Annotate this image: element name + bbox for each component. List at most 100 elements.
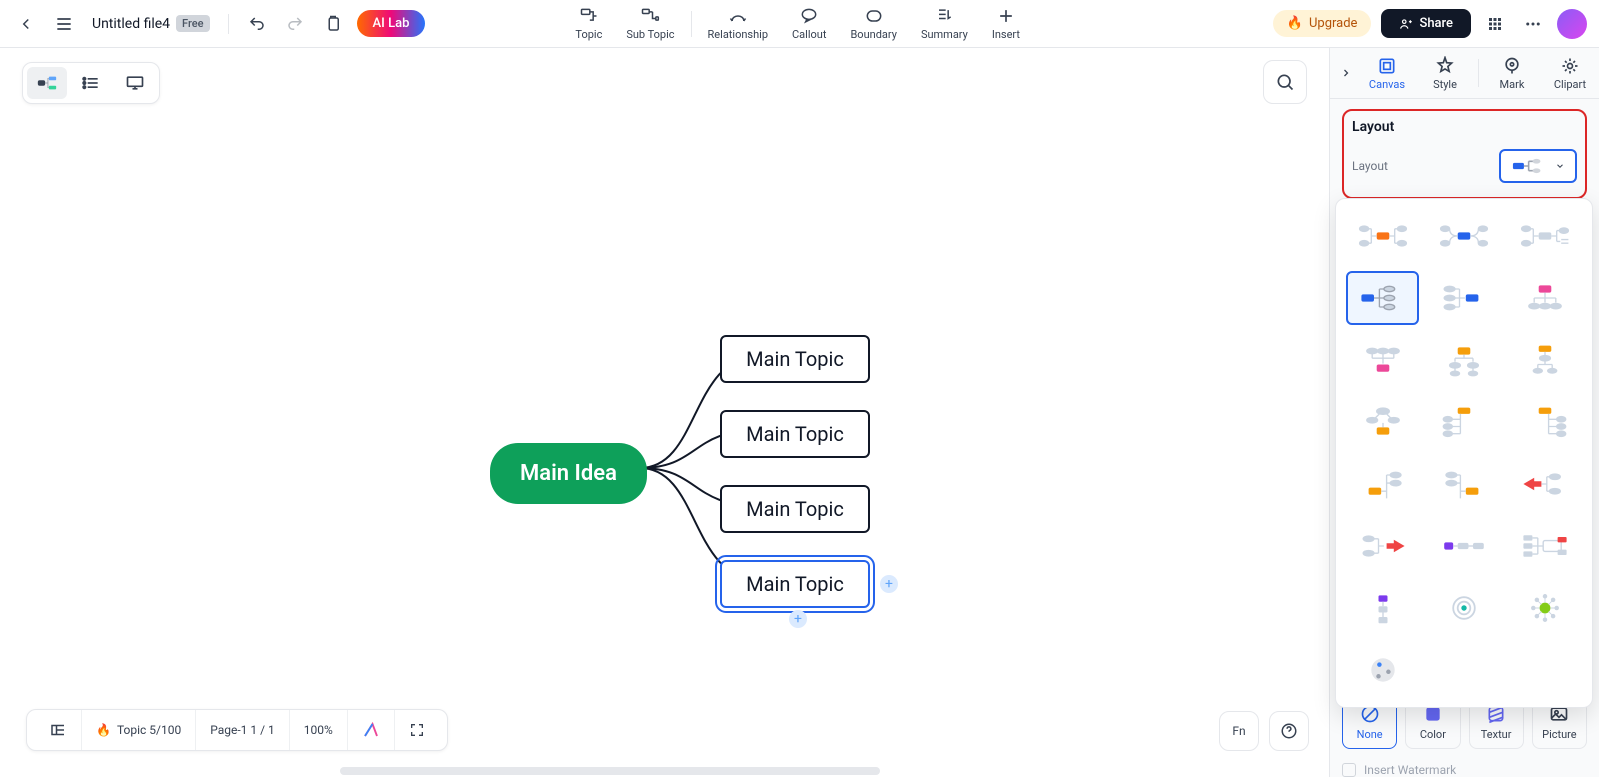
layout-highlight-box: Layout Layout: [1342, 109, 1587, 199]
share-button[interactable]: Share: [1381, 9, 1471, 38]
fullscreen-button[interactable]: [395, 710, 439, 750]
layout-option-16[interactable]: [1346, 519, 1419, 573]
layout-option-14[interactable]: [1427, 457, 1500, 511]
bg-label: None: [1357, 728, 1383, 741]
tool-topic[interactable]: Topic: [563, 2, 614, 45]
layout-option-17[interactable]: [1427, 519, 1500, 573]
layout-label: Layout: [1352, 159, 1388, 173]
layout-option-1[interactable]: [1346, 209, 1419, 263]
tool-insert[interactable]: Insert: [980, 2, 1032, 45]
layout-option-8[interactable]: [1427, 333, 1500, 387]
layout-option-4-selected[interactable]: [1346, 271, 1419, 325]
layout-option-18[interactable]: [1509, 519, 1582, 573]
bg-label: Color: [1420, 728, 1446, 741]
fn-button[interactable]: Fn: [1219, 711, 1259, 751]
share-label: Share: [1419, 16, 1453, 31]
back-button[interactable]: [12, 10, 40, 38]
tab-mark[interactable]: Mark: [1483, 50, 1541, 97]
topic-counter[interactable]: 🔥 Topic 5/100: [82, 710, 196, 750]
layout-option-11[interactable]: [1427, 395, 1500, 449]
layout-picker-popup: [1335, 198, 1593, 708]
main-topic-3[interactable]: Main Topic: [720, 485, 870, 533]
layout-option-7[interactable]: [1346, 333, 1419, 387]
right-panel-tabs: Canvas Style Mark Clipart: [1330, 48, 1599, 99]
upgrade-label: Upgrade: [1309, 16, 1357, 31]
tab-style[interactable]: Style: [1416, 50, 1474, 97]
tool-label: Callout: [792, 28, 826, 41]
collapse-panel-button[interactable]: [1334, 53, 1358, 93]
theme-button[interactable]: [348, 710, 395, 750]
add-sibling-handle[interactable]: +: [880, 575, 898, 593]
layout-option-3[interactable]: [1509, 209, 1582, 263]
title-block[interactable]: Untitled file4 Free: [92, 15, 210, 32]
bg-label: Picture: [1542, 728, 1577, 741]
fire-icon: 🔥: [96, 723, 111, 737]
horizontal-scrollbar[interactable]: [340, 767, 880, 775]
main-topic-4-selected[interactable]: Main Topic: [720, 560, 870, 608]
main-topic-2[interactable]: Main Topic: [720, 410, 870, 458]
layout-option-21[interactable]: [1509, 581, 1582, 635]
tool-label: Boundary: [850, 28, 896, 41]
layout-option-5[interactable]: [1427, 271, 1500, 325]
tool-subtopic[interactable]: Sub Topic: [614, 2, 686, 45]
tab-canvas[interactable]: Canvas: [1358, 50, 1416, 97]
tool-label: Relationship: [708, 28, 768, 41]
divider: [1478, 59, 1479, 87]
tool-relationship[interactable]: Relationship: [696, 2, 780, 45]
upgrade-button[interactable]: 🔥 Upgrade: [1273, 10, 1372, 37]
add-child-handle[interactable]: +: [789, 610, 807, 628]
tab-label: Clipart: [1554, 78, 1586, 91]
fire-icon: 🔥: [1287, 16, 1303, 31]
layout-option-9[interactable]: [1509, 333, 1582, 387]
avatar[interactable]: [1557, 9, 1587, 39]
ai-lab-button[interactable]: AI Lab: [357, 10, 426, 37]
layout-option-12[interactable]: [1509, 395, 1582, 449]
tool-label: Topic: [575, 28, 602, 41]
layout-option-2[interactable]: [1427, 209, 1500, 263]
top-bar: Untitled file4 Free AI Lab Topic Sub Top…: [0, 0, 1599, 48]
apps-button[interactable]: [1481, 10, 1509, 38]
canvas[interactable]: Main Idea Main Topic Main Topic Main Top…: [0, 48, 1329, 777]
tab-label: Canvas: [1369, 78, 1405, 91]
layout-section: Layout Layout: [1330, 99, 1599, 205]
paste-button[interactable]: [319, 10, 347, 38]
bottom-right-cluster: Fn: [1219, 711, 1309, 751]
more-button[interactable]: [1519, 10, 1547, 38]
watermark-label: Insert Watermark: [1364, 763, 1456, 777]
layout-option-10[interactable]: [1346, 395, 1419, 449]
tool-boundary[interactable]: Boundary: [838, 2, 908, 45]
tab-label: Style: [1433, 78, 1457, 91]
layout-option-15[interactable]: [1509, 457, 1582, 511]
layout-option-6[interactable]: [1509, 271, 1582, 325]
tab-label: Mark: [1500, 78, 1525, 91]
outline-toggle[interactable]: [35, 710, 82, 750]
layout-section-title: Layout: [1352, 119, 1577, 135]
watermark-row[interactable]: Insert Watermark: [1342, 763, 1587, 777]
file-title: Untitled file4: [92, 16, 170, 32]
page-indicator[interactable]: Page-1 1 / 1: [196, 710, 290, 750]
help-button[interactable]: [1269, 711, 1309, 751]
layout-option-13[interactable]: [1346, 457, 1419, 511]
tool-summary[interactable]: Summary: [909, 2, 980, 45]
layout-option-19[interactable]: [1346, 581, 1419, 635]
tool-label: Summary: [921, 28, 968, 41]
page-text: Page-1 1 / 1: [210, 723, 275, 737]
undo-button[interactable]: [243, 10, 271, 38]
central-topic[interactable]: Main Idea: [490, 443, 647, 504]
top-right-cluster: 🔥 Upgrade Share: [1273, 9, 1587, 39]
zoom-indicator[interactable]: 100%: [290, 710, 348, 750]
layout-option-20[interactable]: [1427, 581, 1500, 635]
chevron-down-icon: [1555, 161, 1565, 171]
bg-label: Textur: [1481, 728, 1512, 741]
menu-button[interactable]: [50, 10, 78, 38]
layout-dropdown[interactable]: [1499, 149, 1577, 183]
layout-option-22[interactable]: [1346, 643, 1419, 697]
checkbox-icon: [1342, 763, 1356, 777]
tool-label: Sub Topic: [626, 28, 674, 41]
main-topic-1[interactable]: Main Topic: [720, 335, 870, 383]
top-left-cluster: Untitled file4 Free AI Lab: [12, 10, 425, 38]
redo-button[interactable]: [281, 10, 309, 38]
free-badge: Free: [176, 15, 210, 32]
tool-callout[interactable]: Callout: [780, 2, 838, 45]
tab-clipart[interactable]: Clipart: [1541, 50, 1599, 97]
